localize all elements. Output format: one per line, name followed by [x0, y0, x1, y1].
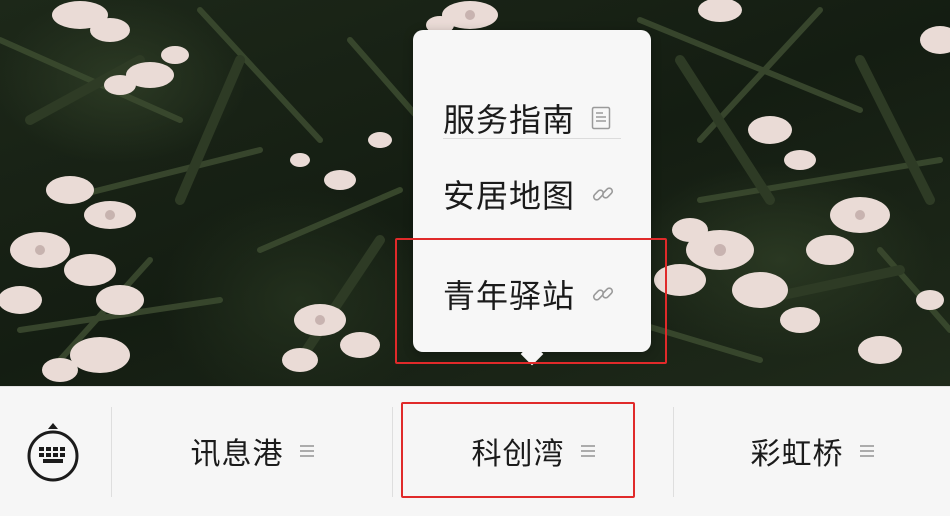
menu-lines-icon [580, 444, 595, 458]
keyboard-icon [27, 423, 79, 482]
tab-label: 讯息港 [190, 437, 284, 472]
document-icon [591, 106, 611, 130]
menu-lines-icon [299, 444, 314, 458]
link-icon [591, 282, 615, 306]
menu-item-youth-station[interactable]: 青年驿站 [413, 242, 651, 346]
popup-menu: 服务指南 安居地图 青年驿站 [413, 30, 651, 352]
bottom-menu-bar: 讯息港 科创湾 彩虹桥 [0, 386, 950, 516]
tab-label: 科创湾 [471, 437, 565, 472]
menu-divider [443, 138, 621, 139]
tab-label: 彩虹桥 [750, 437, 844, 472]
menu-lines-icon [859, 444, 874, 458]
menu-item-label: 青年驿站 [443, 277, 576, 315]
link-icon [591, 182, 615, 206]
menu-item-housing-map[interactable]: 安居地图 [413, 142, 651, 246]
menu-item-label: 服务指南 [443, 101, 576, 139]
keyboard-toggle-button[interactable] [22, 421, 84, 483]
tab-tech-bay[interactable]: 科创湾 [393, 405, 673, 497]
tab-news-harbor[interactable]: 讯息港 [112, 405, 392, 497]
menu-item-label: 安居地图 [443, 177, 576, 215]
tab-rainbow-bridge[interactable]: 彩虹桥 [674, 405, 950, 497]
